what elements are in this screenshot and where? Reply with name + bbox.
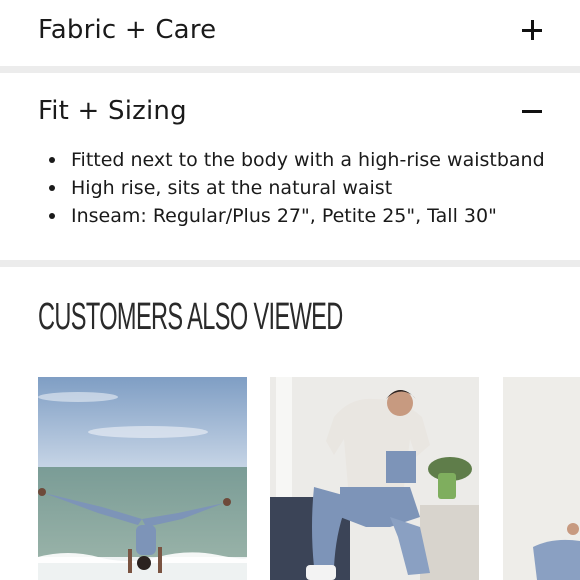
minus-icon[interactable] <box>522 101 542 121</box>
product-card[interactable] <box>270 377 479 580</box>
section-title-customers-also-viewed: CUSTOMERS ALSO VIEWED <box>38 296 343 338</box>
list-item: High rise, sits at the natural waist <box>38 174 545 202</box>
list-item: Inseam: Regular/Plus 27", Petite 25", Ta… <box>38 202 545 230</box>
accordion-title-fit-sizing: Fit + Sizing <box>38 96 187 126</box>
product-card[interactable] <box>38 377 247 580</box>
product-card[interactable] <box>503 377 580 580</box>
section-divider <box>0 260 580 267</box>
plus-icon-vertical <box>531 20 534 40</box>
list-item: Fitted next to the body with a high-rise… <box>38 146 545 174</box>
woman-handstand-beach-photo <box>38 377 247 580</box>
accordion-fit-sizing[interactable]: Fit + Sizing <box>0 89 580 133</box>
partial-product-photo <box>503 377 580 580</box>
section-divider <box>0 66 580 73</box>
accordion-title-fabric-care: Fabric + Care <box>38 15 217 45</box>
plus-icon[interactable] <box>522 20 542 40</box>
accordion-fabric-care[interactable]: Fabric + Care <box>0 8 580 52</box>
minus-icon-bar <box>522 110 542 113</box>
fit-details-list: Fitted next to the body with a high-rise… <box>38 146 545 230</box>
woman-seated-jacket-photo <box>270 377 479 580</box>
